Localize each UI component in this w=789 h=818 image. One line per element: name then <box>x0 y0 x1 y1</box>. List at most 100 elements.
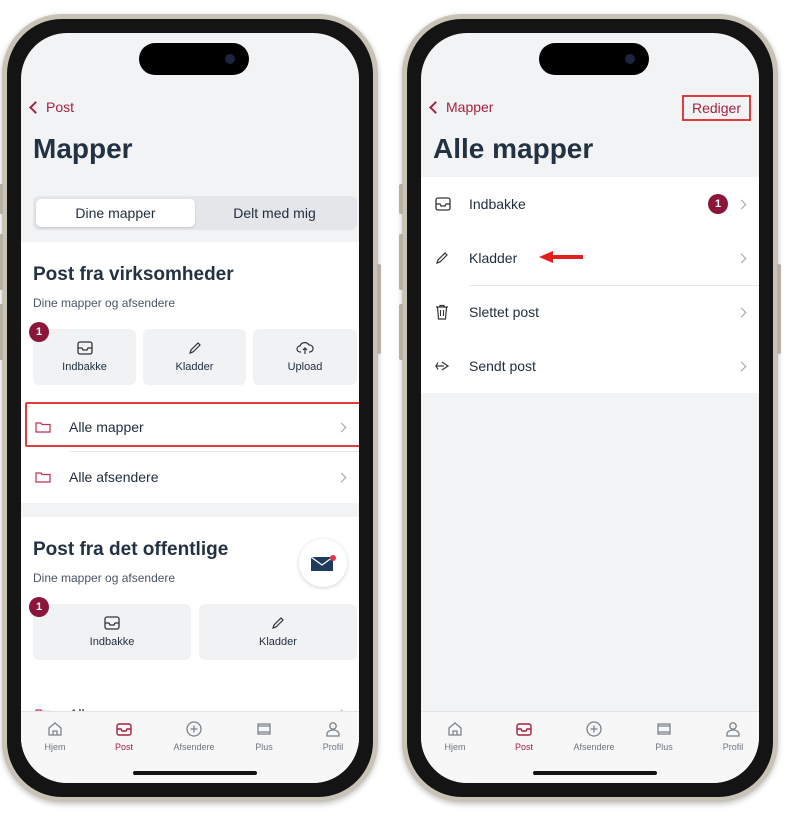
tab-afsendere[interactable]: Afsendere <box>564 720 624 752</box>
tile-label: Kladder <box>175 361 214 373</box>
highlight-box <box>25 402 359 447</box>
dynamic-island <box>539 43 649 75</box>
tab-afsendere[interactable]: Afsendere <box>164 720 224 752</box>
tab-label: Post <box>114 742 133 752</box>
segmented-control: Dine mapper Delt med mig <box>33 196 357 230</box>
tab-profil[interactable]: Profil <box>703 720 759 752</box>
row-alle-afsendere[interactable]: Alle afsendere <box>21 452 359 502</box>
chevron-right-icon <box>736 253 747 263</box>
camera-dot <box>625 54 635 64</box>
person-icon <box>726 722 740 737</box>
notification-badge: 1 <box>29 322 49 342</box>
ticket-icon <box>657 723 671 735</box>
home-indicator <box>133 771 257 775</box>
divider <box>469 285 759 286</box>
tile-indbakke[interactable]: Indbakke <box>33 329 136 385</box>
tile-indbakke[interactable]: Indbakke <box>33 604 191 660</box>
section-subtitle: Dine mapper og afsendere <box>33 571 176 585</box>
row-kladder[interactable]: Kladder <box>421 233 759 283</box>
notification-badge: 1 <box>29 597 49 617</box>
power-button <box>777 264 781 354</box>
tile-label: Indbakke <box>62 361 107 373</box>
plus-circle-icon <box>586 721 602 737</box>
tab-label: Afsendere <box>173 742 215 752</box>
side-button <box>0 184 3 214</box>
pencil-icon <box>272 617 284 629</box>
tile-label: Kladder <box>259 636 297 648</box>
chevron-right-icon <box>736 199 747 209</box>
section-subtitle: Dine mapper og afsendere <box>33 296 176 310</box>
home-icon <box>48 722 62 736</box>
row-label: Kladder <box>469 250 518 266</box>
edit-button[interactable]: Rediger <box>681 95 751 121</box>
plus-circle-icon <box>186 721 202 737</box>
phone-left: Post Mapper Dine mapper Delt med mig Pos… <box>0 14 381 802</box>
volume-down-button <box>0 304 3 360</box>
row-sendt-post[interactable]: Sendt post <box>421 341 759 391</box>
tab-plus[interactable]: Plus <box>234 720 294 752</box>
power-button <box>377 264 381 354</box>
digital-post-logo <box>299 539 347 587</box>
tile-kladder[interactable]: Kladder <box>199 604 357 660</box>
tab-label: Plus <box>255 742 273 752</box>
row-label: Slettet post <box>469 304 540 320</box>
home-icon <box>448 722 462 736</box>
tab-hjem[interactable]: Hjem <box>425 720 485 752</box>
tile-label: Upload <box>287 361 323 373</box>
row-label: Indbakke <box>469 196 526 212</box>
tab-bar: Hjem Post Afsendere Plus Profil <box>421 711 759 783</box>
folder-list: Indbakke 1 Kladder Slettet post Sendt po… <box>421 177 759 393</box>
inbox-icon <box>76 341 93 355</box>
row-slettet-post[interactable]: Slettet post <box>421 287 759 337</box>
tab-delt-med-mig[interactable]: Delt med mig <box>195 199 354 227</box>
row-label: Alle afsendere <box>69 469 159 485</box>
tab-label: Hjem <box>44 742 66 752</box>
back-label: Post <box>46 99 75 115</box>
volume-down-button <box>399 304 403 360</box>
back-label: Mapper <box>446 99 494 115</box>
tab-label: Hjem <box>444 742 466 752</box>
back-button[interactable]: Mapper <box>429 99 494 115</box>
volume-up-button <box>0 234 3 290</box>
home-indicator <box>533 771 657 775</box>
pencil-icon <box>435 251 457 265</box>
camera-dot <box>225 54 235 64</box>
tab-label: Profil <box>322 742 344 752</box>
bezel: Post Mapper Dine mapper Delt med mig Pos… <box>7 19 373 797</box>
tab-plus[interactable]: Plus <box>634 720 694 752</box>
page-title: Mapper <box>33 133 133 164</box>
notification-badge: 1 <box>708 194 728 214</box>
dynamic-island <box>139 43 249 75</box>
row-label: Sendt post <box>469 358 536 374</box>
mail-icon <box>116 723 132 736</box>
person-icon <box>326 722 340 737</box>
row-indbakke[interactable]: Indbakke 1 <box>421 179 759 229</box>
screen: Post Mapper Dine mapper Delt med mig Pos… <box>21 33 359 783</box>
tab-profil[interactable]: Profil <box>303 720 359 752</box>
envelope-icon <box>310 555 336 571</box>
chevron-right-icon <box>736 361 747 371</box>
inbox-icon <box>435 197 457 211</box>
chevron-left-icon <box>429 101 442 114</box>
tab-post[interactable]: Post <box>94 720 154 752</box>
back-button[interactable]: Post <box>29 99 75 115</box>
trash-icon <box>435 304 457 320</box>
inbox-icon <box>104 616 120 630</box>
phone-right: Mapper Rediger Alle mapper Indbakke 1 Kl… <box>399 14 781 802</box>
side-button <box>399 184 403 214</box>
tab-post[interactable]: Post <box>494 720 554 752</box>
tile-kladder[interactable]: Kladder <box>143 329 246 385</box>
business-section: Post fra virksomheder Dine mapper og afs… <box>21 242 359 503</box>
tab-dine-mapper[interactable]: Dine mapper <box>36 199 195 227</box>
section-title: Post fra det offentlige <box>33 539 229 560</box>
tab-label: Post <box>514 742 533 752</box>
tab-hjem[interactable]: Hjem <box>25 720 85 752</box>
page-title: Alle mapper <box>433 133 594 164</box>
tab-label: Afsendere <box>573 742 615 752</box>
tab-bar: Hjem Post Afsendere Plus Profil <box>21 711 359 783</box>
chevron-right-icon <box>736 307 747 317</box>
chevron-right-icon <box>336 472 347 482</box>
tile-upload[interactable]: Upload <box>253 329 357 385</box>
volume-up-button <box>399 234 403 290</box>
pencil-icon <box>188 342 201 354</box>
